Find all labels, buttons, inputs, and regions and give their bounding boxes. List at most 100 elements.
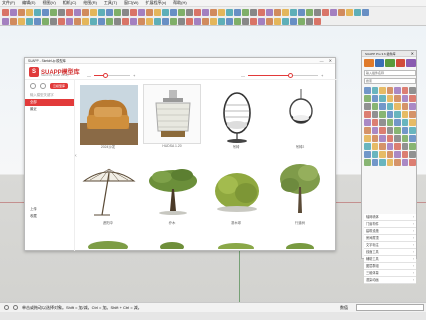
plugin-name-input[interactable]: 输入插件名称: [364, 70, 416, 76]
toolbar-tool-icon[interactable]: [210, 18, 217, 25]
toolbar-tool-icon[interactable]: [250, 9, 257, 16]
plugin-tool-icon[interactable]: [364, 87, 371, 94]
plugin-tool-icon[interactable]: [371, 95, 379, 102]
toolbar-tool-icon[interactable]: [66, 18, 73, 25]
plugin-tool-icon[interactable]: [371, 111, 379, 118]
plugin-tool-icon[interactable]: [401, 135, 409, 142]
plugin-tool-icon[interactable]: [371, 135, 379, 142]
plugin-tool-icon[interactable]: [379, 135, 386, 142]
sidebar-item-recent[interactable]: 最近: [25, 106, 74, 113]
plugin-tool-icon[interactable]: [364, 103, 371, 110]
toolbar-tool-icon[interactable]: [218, 18, 225, 25]
menu-extensions[interactable]: 扩展程序(x): [145, 0, 166, 6]
sidebar-item-favorites[interactable]: 收藏: [25, 213, 74, 220]
toolbar-tool-icon[interactable]: [34, 18, 41, 25]
plugin-tool-icon[interactable]: [371, 119, 379, 126]
plugin-tool-icon[interactable]: [401, 95, 409, 102]
plugin-tool-icon[interactable]: [379, 159, 386, 166]
menu-file[interactable]: 文件(F): [2, 0, 15, 6]
toolbar-tool-icon[interactable]: [266, 18, 273, 25]
model-card-umbrella[interactable]: 遮阳伞: [77, 159, 139, 229]
toolbar-tool-icon[interactable]: [18, 18, 25, 25]
plugin-tool-icon[interactable]: [379, 119, 386, 126]
tray-category-item[interactable]: 房间屋顶: [364, 235, 416, 242]
tray-category-item[interactable]: 三维体量: [364, 270, 416, 277]
plugin-tool-icon[interactable]: [379, 95, 386, 102]
tray-category-item[interactable]: 渲染动画: [364, 277, 416, 284]
toolbar-tool-icon[interactable]: [154, 9, 161, 16]
model-card-hanging-chair[interactable]: 吊椅2: [269, 83, 331, 153]
toolbar-tool-icon[interactable]: [362, 9, 369, 16]
plugin-tool-icon[interactable]: [409, 159, 416, 166]
toolbar-tool-icon[interactable]: [306, 18, 313, 25]
toolbar-tool-icon[interactable]: [50, 9, 57, 16]
slider-minus-icon[interactable]: —: [87, 73, 91, 78]
model-card-tree[interactable]: 乔木: [141, 159, 203, 229]
tray-tool-icon[interactable]: [374, 59, 385, 67]
toolbar-tool-icon[interactable]: [186, 18, 193, 25]
toolbar-tool-icon[interactable]: [74, 9, 81, 16]
toolbar-tool-icon[interactable]: [274, 9, 281, 16]
plugin-tool-icon[interactable]: [379, 143, 386, 150]
plugin-tool-icon[interactable]: [394, 103, 401, 110]
toolbar-tool-icon[interactable]: [258, 18, 265, 25]
model-card-partial[interactable]: [143, 233, 201, 249]
model-card-partial[interactable]: [79, 233, 137, 249]
toolbar-tool-icon[interactable]: [58, 9, 65, 16]
toolbar-tool-icon[interactable]: [258, 9, 265, 16]
plugin-tool-icon[interactable]: [394, 159, 401, 166]
toolbar-tool-icon[interactable]: [170, 18, 177, 25]
slider-plus-icon[interactable]: +: [133, 73, 135, 78]
home-icon[interactable]: [30, 83, 36, 89]
sidebar-item-upload[interactable]: 上传: [25, 206, 74, 213]
sidebar-item-all[interactable]: 全部: [25, 99, 74, 106]
toolbar-tool-icon[interactable]: [162, 9, 169, 16]
plugin-tool-icon[interactable]: [371, 127, 379, 134]
toolbar-tool-icon[interactable]: [10, 9, 17, 16]
plugin-tool-icon[interactable]: [401, 111, 409, 118]
toolbar-tool-icon[interactable]: [2, 18, 9, 25]
toolbar-tool-icon[interactable]: [218, 9, 225, 16]
plugin-tool-icon[interactable]: [386, 87, 394, 94]
toolbar-tool-icon[interactable]: [10, 18, 17, 25]
plugin-tool-icon[interactable]: [379, 87, 386, 94]
toolbar-tool-icon[interactable]: [74, 18, 81, 25]
toolbar-tool-icon[interactable]: [202, 18, 209, 25]
plugin-tool-icon[interactable]: [364, 111, 371, 118]
zoom-slider[interactable]: — +: [241, 72, 323, 78]
plugin-tool-icon[interactable]: [394, 87, 401, 94]
toolbar-tool-icon[interactable]: [90, 18, 97, 25]
tray-category-item[interactable]: 轴网墙体: [364, 214, 416, 221]
model-card-swing-chair[interactable]: 吊椅: [205, 83, 267, 153]
plugin-tool-icon[interactable]: [364, 143, 371, 150]
toolbar-tool-icon[interactable]: [82, 18, 89, 25]
plugin-tool-icon[interactable]: [364, 135, 371, 142]
toolbar-tool-icon[interactable]: [82, 9, 89, 16]
menu-draw[interactable]: 绘图(R): [83, 0, 97, 6]
menu-tools[interactable]: 工具(T): [104, 0, 117, 6]
tray-tool-icon[interactable]: [385, 59, 395, 67]
plugin-tool-icon[interactable]: [364, 119, 371, 126]
toolbar-tool-icon[interactable]: [98, 18, 105, 25]
toolbar-tool-icon[interactable]: [146, 9, 153, 16]
cloud-library-button[interactable]: 云模型库: [50, 83, 68, 89]
tray-category-item[interactable]: 线面工具: [364, 249, 416, 256]
plugin-tool-icon[interactable]: [364, 159, 371, 166]
plugin-tool-icon[interactable]: [401, 159, 409, 166]
plugin-tool-icon[interactable]: [386, 159, 394, 166]
toolbar-tool-icon[interactable]: [26, 9, 33, 16]
plugin-tool-icon[interactable]: [401, 87, 409, 94]
menu-view[interactable]: 视图(V): [42, 0, 55, 6]
toolbar-tool-icon[interactable]: [298, 18, 305, 25]
toolbar-tool-icon[interactable]: [354, 9, 361, 16]
plugin-tool-icon[interactable]: [379, 151, 386, 158]
plugin-tool-icon[interactable]: [409, 151, 416, 158]
toolbar-tool-icon[interactable]: [50, 18, 57, 25]
toolbar-tool-icon[interactable]: [250, 18, 257, 25]
tray-category-item[interactable]: 图层群组: [364, 263, 416, 270]
toolbar-tool-icon[interactable]: [130, 9, 137, 16]
tray-tool-icon[interactable]: [395, 59, 406, 67]
refresh-icon[interactable]: [40, 83, 46, 89]
toolbar-tool-icon[interactable]: [306, 9, 313, 16]
plugin-tool-icon[interactable]: [364, 127, 371, 134]
